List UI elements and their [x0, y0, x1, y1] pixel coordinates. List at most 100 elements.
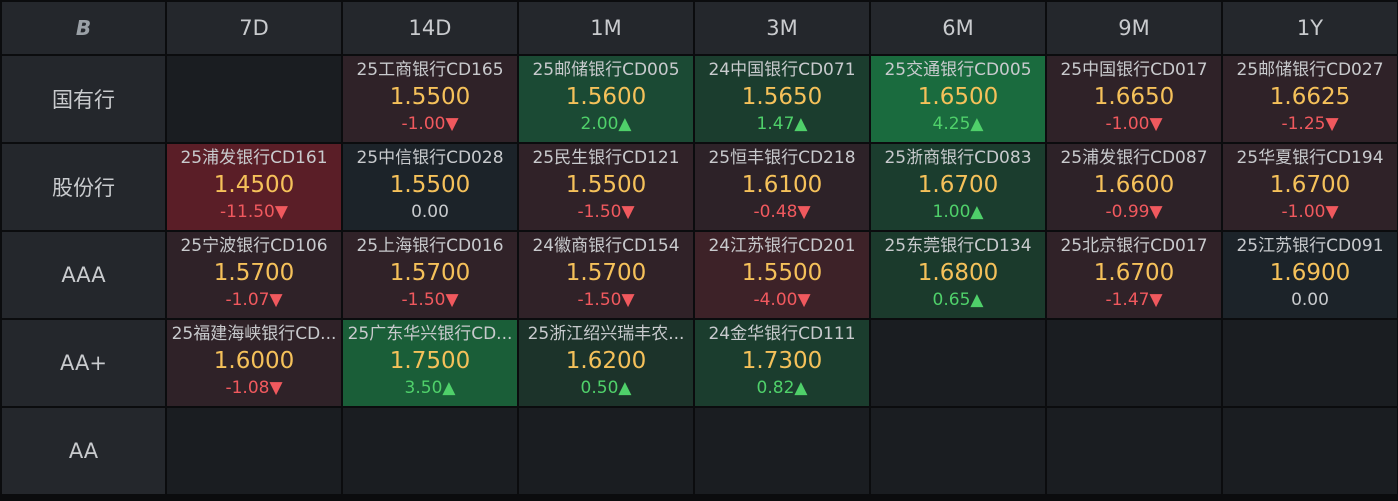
bond-name: 25东莞银行CD134 — [884, 236, 1032, 256]
empty-cell — [871, 408, 1045, 494]
bond-yield: 1.6700 — [1093, 260, 1175, 286]
quote-cell[interactable]: 24金华银行CD111 1.7300 0.82▲ — [695, 320, 869, 406]
bond-yield: 1.6600 — [1093, 172, 1175, 198]
bond-yield: 1.6700 — [917, 172, 999, 198]
yield-change: -1.08▼ — [225, 378, 283, 398]
bond-name: 25工商银行CD165 — [356, 60, 504, 80]
bond-name: 25北京银行CD017 — [1060, 236, 1208, 256]
quote-cell[interactable]: 24徽商银行CD154 1.5700 -1.50▼ — [519, 232, 693, 318]
bond-yield: 1.6100 — [741, 172, 823, 198]
quote-cell[interactable]: 25民生银行CD121 1.5500 -1.50▼ — [519, 144, 693, 230]
yield-change: -0.99▼ — [1105, 202, 1163, 222]
quote-cell[interactable]: 25华夏银行CD194 1.6700 -1.00▼ — [1223, 144, 1397, 230]
bond-yield: 1.6500 — [917, 84, 999, 110]
empty-cell — [167, 408, 341, 494]
col-header-3m: 3M — [695, 2, 869, 54]
yield-change: -1.00▼ — [1281, 202, 1339, 222]
bond-yield: 1.5700 — [389, 260, 471, 286]
quote-cell[interactable]: 24中国银行CD071 1.5650 1.47▲ — [695, 56, 869, 142]
yield-change: 0.00 — [411, 202, 449, 222]
quote-cell[interactable]: 25中信银行CD028 1.5500 0.00 — [343, 144, 517, 230]
quote-cell[interactable]: 25北京银行CD017 1.6700 -1.47▼ — [1047, 232, 1221, 318]
quote-cell[interactable]: 25广东华兴银行CD... 1.7500 3.50▲ — [343, 320, 517, 406]
bond-yield: 1.6650 — [1093, 84, 1175, 110]
bond-name: 25华夏银行CD194 — [1236, 148, 1384, 168]
empty-cell — [871, 320, 1045, 406]
bond-yield: 1.7500 — [389, 348, 471, 374]
bond-yield: 1.6900 — [1269, 260, 1351, 286]
bond-yield: 1.5500 — [389, 172, 471, 198]
yield-change: 1.00▲ — [932, 202, 984, 222]
empty-cell — [519, 408, 693, 494]
yield-change: -1.50▼ — [401, 290, 459, 310]
yield-change: 1.47▲ — [756, 114, 808, 134]
bond-yield: 1.6200 — [565, 348, 647, 374]
row-header: AA — [2, 408, 165, 494]
row-header: 国有行 — [2, 56, 165, 142]
quote-cell[interactable]: 25邮储银行CD005 1.5600 2.00▲ — [519, 56, 693, 142]
bond-yield: 1.4500 — [213, 172, 295, 198]
quote-cell[interactable]: 25工商银行CD165 1.5500 -1.00▼ — [343, 56, 517, 142]
yield-change: 0.82▲ — [756, 378, 808, 398]
bond-name: 24江苏银行CD201 — [708, 236, 856, 256]
quote-cell[interactable]: 25宁波银行CD106 1.5700 -1.07▼ — [167, 232, 341, 318]
quote-cell[interactable]: 25东莞银行CD134 1.6800 0.65▲ — [871, 232, 1045, 318]
yield-change: 0.50▲ — [580, 378, 632, 398]
quote-grid: B 7D 14D 1M 3M 6M 9M 1Y 国有行 25工商银行CD165 1.… — [2, 2, 1397, 494]
bond-yield: 1.5600 — [565, 84, 647, 110]
col-header-9m: 9M — [1047, 2, 1221, 54]
bond-yield: 1.5700 — [213, 260, 295, 286]
bond-name: 25邮储银行CD005 — [532, 60, 680, 80]
yield-change: 4.25▲ — [932, 114, 984, 134]
yield-change: 0.00 — [1291, 290, 1329, 310]
yield-change: -1.47▼ — [1105, 290, 1163, 310]
quote-cell[interactable]: 25恒丰银行CD218 1.6100 -0.48▼ — [695, 144, 869, 230]
quote-cell[interactable]: 25浦发银行CD161 1.4500 -11.50▼ — [167, 144, 341, 230]
quote-cell[interactable]: 25福建海峡银行CD... 1.6000 -1.08▼ — [167, 320, 341, 406]
quote-cell[interactable]: 25浦发银行CD087 1.6600 -0.99▼ — [1047, 144, 1221, 230]
bond-name: 25宁波银行CD106 — [180, 236, 328, 256]
bond-name: 25民生银行CD121 — [532, 148, 680, 168]
row-header: AA+ — [2, 320, 165, 406]
bond-name: 25福建海峡银行CD... — [171, 324, 337, 344]
yield-change: -1.00▼ — [401, 114, 459, 134]
quote-cell[interactable]: 25上海银行CD016 1.5700 -1.50▼ — [343, 232, 517, 318]
row-header: AAA — [2, 232, 165, 318]
bond-name: 25江苏银行CD091 — [1236, 236, 1384, 256]
yield-change: -1.07▼ — [225, 290, 283, 310]
yield-change: -1.50▼ — [577, 290, 635, 310]
empty-cell — [695, 408, 869, 494]
bond-name: 25浙江绍兴瑞丰农... — [527, 324, 685, 344]
quote-cell[interactable]: 25浙商银行CD083 1.6700 1.00▲ — [871, 144, 1045, 230]
quote-cell[interactable]: 24江苏银行CD201 1.5500 -4.00▼ — [695, 232, 869, 318]
quote-cell[interactable]: 25中国银行CD017 1.6650 -1.00▼ — [1047, 56, 1221, 142]
empty-cell — [1047, 408, 1221, 494]
yield-change: 0.65▲ — [932, 290, 984, 310]
bond-yield: 1.6800 — [917, 260, 999, 286]
bond-name: 25邮储银行CD027 — [1236, 60, 1384, 80]
bond-name: 24金华银行CD111 — [708, 324, 856, 344]
empty-cell — [167, 56, 341, 142]
yield-change: 3.50▲ — [404, 378, 456, 398]
bond-name: 25恒丰银行CD218 — [708, 148, 856, 168]
col-header-1y: 1Y — [1223, 2, 1397, 54]
col-header-7d: 7D — [167, 2, 341, 54]
bond-yield: 1.6700 — [1269, 172, 1351, 198]
bond-yield: 1.5700 — [565, 260, 647, 286]
brand-logo-icon: B — [75, 16, 92, 40]
bond-yield: 1.7300 — [741, 348, 823, 374]
bond-yield: 1.6000 — [213, 348, 295, 374]
yield-change: -1.00▼ — [1105, 114, 1163, 134]
bond-name: 25广东华兴银行CD... — [347, 324, 513, 344]
quote-cell[interactable]: 25邮储银行CD027 1.6625 -1.25▼ — [1223, 56, 1397, 142]
quote-cell[interactable]: 25浙江绍兴瑞丰农... 1.6200 0.50▲ — [519, 320, 693, 406]
col-header-1m: 1M — [519, 2, 693, 54]
corner-logo: B — [2, 2, 165, 54]
empty-cell — [1223, 320, 1397, 406]
bond-yield: 1.5650 — [741, 84, 823, 110]
quote-cell[interactable]: 25交通银行CD005 1.6500 4.25▲ — [871, 56, 1045, 142]
yield-change: 2.00▲ — [580, 114, 632, 134]
bond-name: 25中信银行CD028 — [356, 148, 504, 168]
bond-name: 25交通银行CD005 — [884, 60, 1032, 80]
quote-cell[interactable]: 25江苏银行CD091 1.6900 0.00 — [1223, 232, 1397, 318]
